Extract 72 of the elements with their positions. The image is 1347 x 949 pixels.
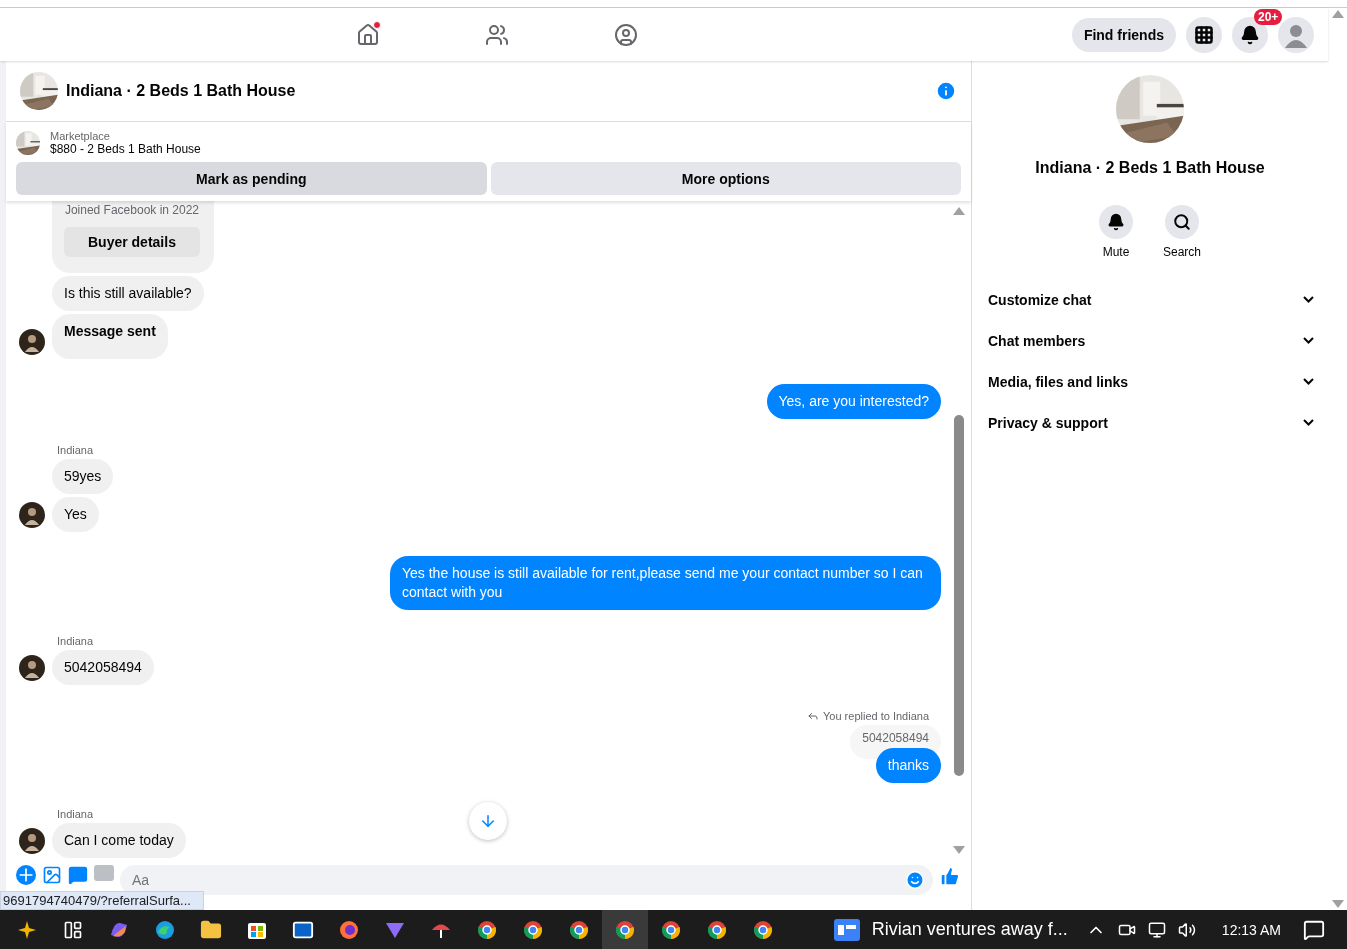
search-icon [1173, 213, 1191, 231]
message-bubble: Yes [52, 496, 99, 532]
info-icon[interactable] [935, 80, 957, 102]
conversation-title: Indiana · 2 Beds 1 Bath House [1035, 159, 1265, 177]
sender-name: Indiana [57, 443, 95, 456]
scroll-up-arrow[interactable] [953, 207, 965, 215]
browser-icon[interactable] [706, 918, 728, 941]
browser-icon[interactable] [752, 918, 774, 941]
task-view-icon[interactable] [63, 919, 83, 940]
section-toggle[interactable]: Chat members [988, 320, 1314, 361]
message-bubble: 5042058494 [52, 650, 154, 686]
scrollbar-thumb[interactable] [954, 415, 964, 776]
browser-icon[interactable] [660, 918, 682, 941]
bell-icon [1240, 24, 1260, 45]
groups-icon[interactable] [614, 22, 638, 47]
message-bubble: thanks [875, 748, 941, 784]
message-bubble: Yes the house is still available for rent,please send me your contact number so I can contact with you [390, 556, 941, 611]
section-toggle[interactable]: Media, files and links [988, 361, 1314, 402]
buyer-details-button[interactable]: Buyer details [64, 227, 200, 257]
network-icon[interactable] [1147, 920, 1166, 939]
like-icon[interactable] [939, 865, 961, 887]
friends-icon[interactable] [485, 22, 509, 47]
action-button[interactable]: Mark as pending [16, 162, 487, 195]
avatar-icon [19, 827, 45, 854]
grid-icon [1194, 24, 1214, 45]
reply-note: You replied to Indiana [823, 710, 929, 723]
clock[interactable]: 12:13 AM [1221, 921, 1281, 938]
folder-icon[interactable] [200, 918, 222, 941]
message-bubble: Message sent [52, 314, 168, 359]
section-toggle[interactable]: Customize chat [988, 279, 1314, 320]
action-button[interactable]: More options [490, 162, 961, 195]
scroll-down-arrow[interactable] [953, 846, 965, 854]
listing-source: Marketplace [50, 130, 111, 142]
avatar-icon [19, 655, 45, 682]
message-bubble: Is this still available? [52, 276, 204, 311]
home-icon[interactable] [356, 22, 380, 47]
joined-note: Joined Facebook in 2022 [64, 203, 199, 217]
browser-icon[interactable] [476, 918, 498, 941]
volume-icon[interactable] [1177, 920, 1196, 939]
image-icon[interactable] [42, 865, 62, 885]
news-widget-icon[interactable] [833, 918, 860, 941]
avatar-icon [19, 501, 45, 528]
browser-icon[interactable] [614, 918, 636, 941]
notification-badge: 20+ [1254, 8, 1283, 25]
sender-name: Indiana [57, 807, 95, 820]
plus-icon[interactable] [16, 865, 36, 885]
menu-button[interactable] [1186, 16, 1222, 53]
notifications-icon[interactable] [1303, 918, 1325, 941]
message-bubble: Yes, are you interested? [766, 383, 941, 419]
browser-icon[interactable] [522, 918, 544, 941]
news-headline[interactable]: Rivian ventures away f... [871, 919, 1068, 940]
browser-icon[interactable] [568, 918, 590, 941]
find-friends-button[interactable]: Find friends [1071, 17, 1176, 52]
arrow-down-icon [479, 812, 497, 830]
url-tooltip: 9691794740479/?referralSurfa... [0, 891, 204, 910]
message-bubble: 59yes [52, 458, 114, 494]
taskbar-app[interactable] [602, 910, 648, 949]
jump-down-button[interactable] [469, 802, 507, 840]
bell-icon [1107, 213, 1125, 231]
listing-name: $880 - 2 Beds 1 Bath House [50, 142, 201, 156]
message-field[interactable]: Aa [120, 865, 933, 895]
page-scroll-down-arrow[interactable] [1331, 900, 1344, 908]
fox-icon[interactable] [338, 918, 360, 941]
message-bubble: Can I come today [52, 822, 186, 858]
avatar-icon [19, 329, 45, 355]
wave-icon[interactable] [154, 918, 176, 941]
section-toggle[interactable]: Privacy & support [988, 402, 1314, 443]
page-scroll-up-arrow[interactable] [1331, 10, 1344, 18]
sticker-icon[interactable] [68, 865, 88, 885]
chat-title: Indiana · 2 Beds 1 Bath House [66, 82, 297, 100]
sender-name: Indiana [57, 635, 95, 648]
account-button[interactable] [1278, 16, 1314, 53]
